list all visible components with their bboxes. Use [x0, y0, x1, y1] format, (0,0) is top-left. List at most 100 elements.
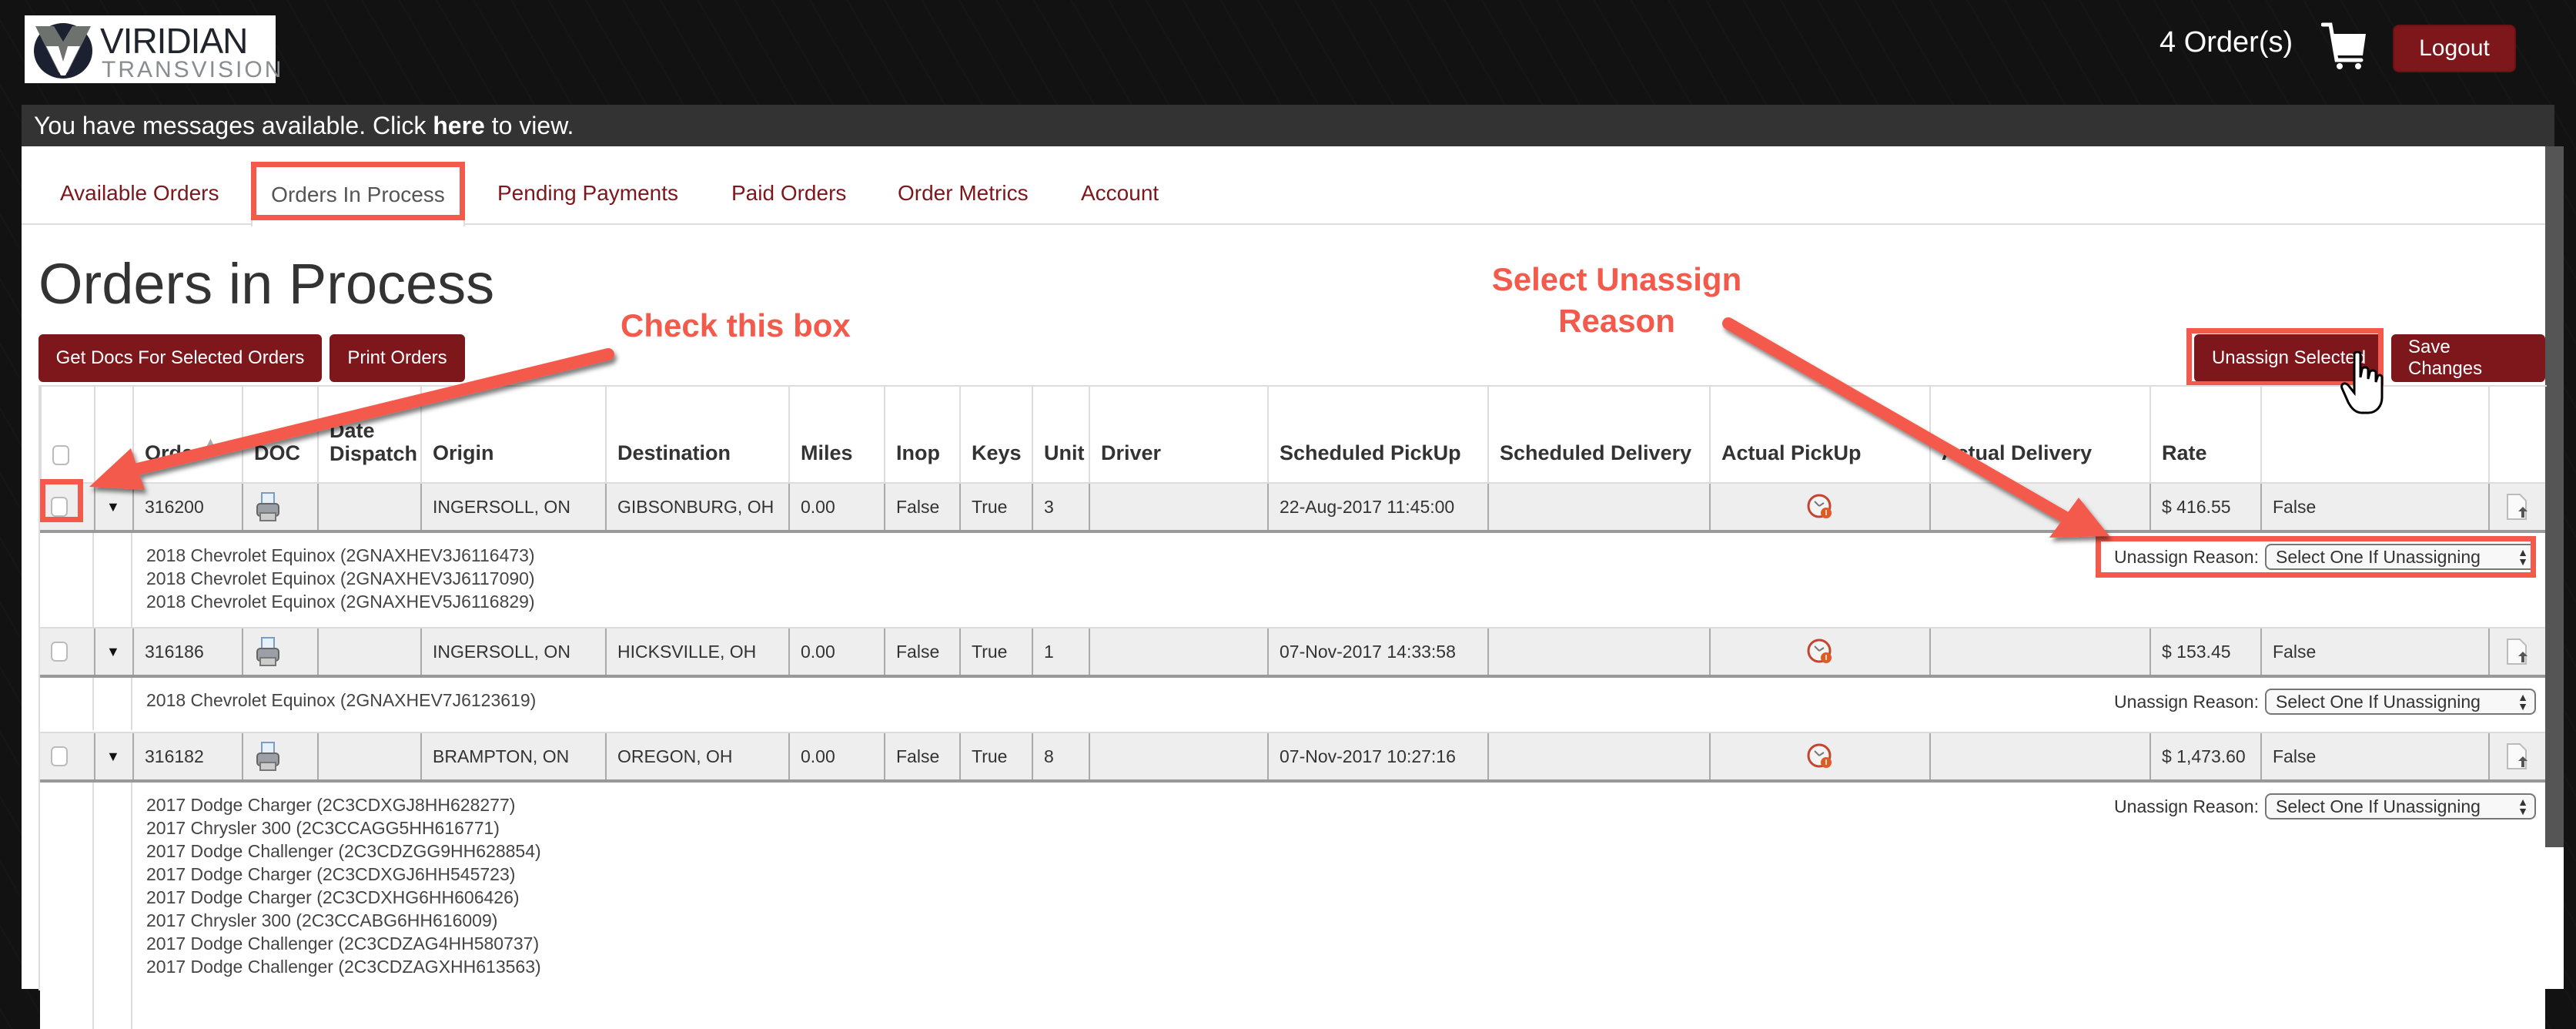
tab-orders-in-process[interactable]: Orders In Process: [251, 163, 465, 226]
column-header-label: Driver: [1101, 441, 1162, 464]
collapse-toggle-icon[interactable]: ▼: [106, 644, 120, 660]
row-select-cell: [40, 484, 94, 530]
vehicle-item: 2018 Chevrolet Equinox (2GNAXHEV3J611647…: [146, 545, 535, 565]
tab-order-metrics[interactable]: Order Metrics: [876, 163, 1050, 223]
flag-cell: False: [2260, 484, 2488, 530]
unassign-reason-value: Select One If Unassigning: [2276, 546, 2481, 567]
actual-delivery-cell: [1929, 628, 2149, 675]
column-header-unit: Unit: [1032, 385, 1089, 482]
unassign-reason-select[interactable]: Select One If Unassigning ▲ ▼: [2265, 544, 2536, 570]
column-header-label: Inop: [896, 441, 940, 464]
vehicle-list: 2018 Chevrolet Equinox (2GNAXHEV7J612361…: [146, 689, 536, 712]
order-row: ▼ 316186 INGERSOLL, ON HICKSVILLE, OH 0.00 Fa…: [40, 627, 2545, 678]
column-header-order[interactable]: Order ▲: [132, 385, 242, 482]
column-header-label: Order: [145, 441, 202, 464]
annotation-check-box: Check this box: [621, 307, 851, 344]
column-header-driver: Driver: [1089, 385, 1267, 482]
column-header-label: Keys: [972, 441, 1022, 464]
column-header-select-all: [40, 385, 94, 482]
order-detail-row: 2018 Chevrolet Equinox (2GNAXHEV3J611647…: [40, 533, 2545, 628]
column-header-actual-delivery: Actual Delivery: [1929, 385, 2149, 482]
select-all-checkbox[interactable]: [52, 445, 69, 465]
detail-divider: [131, 533, 132, 628]
origin-cell: INGERSOLL, ON: [420, 628, 605, 675]
vehicle-item: 2017 Chrysler 300 (2C3CCAGG5HH616771): [146, 818, 500, 838]
upload-document-icon[interactable]: [2506, 493, 2529, 521]
upload-cell: [2488, 628, 2545, 675]
actual-pickup-cell: [1709, 484, 1929, 530]
get-docs-button[interactable]: Get Docs For Selected Orders: [38, 334, 322, 382]
column-header-keys: Keys: [959, 385, 1032, 482]
date-dispatch-cell: [317, 628, 420, 675]
rate-cell: $ 1,473.60: [2149, 733, 2260, 779]
unassign-reason-select[interactable]: Select One If Unassigning ▲ ▼: [2265, 689, 2536, 715]
select-arrows-icon: ▲ ▼: [2517, 796, 2528, 817]
column-header-label: Rate: [2162, 441, 2207, 464]
save-changes-button[interactable]: Save Changes: [2391, 334, 2545, 382]
order-cell: 316200: [132, 484, 242, 530]
column-header-miles: Miles: [788, 385, 884, 482]
pickup-clock-icon[interactable]: [1807, 494, 1833, 520]
collapse-toggle-icon[interactable]: ▼: [106, 749, 120, 765]
sort-ascending-icon[interactable]: ▲: [205, 436, 217, 450]
vertical-scrollbar[interactable]: [2545, 146, 2564, 847]
vehicle-item: 2017 Dodge Charger (2C3CDXGJ6HH545723): [146, 864, 516, 884]
column-header-label: Scheduled Delivery: [1500, 441, 1692, 464]
logo-text-transvision: TRANSVISION: [102, 57, 284, 82]
pickup-clock-icon[interactable]: [1807, 743, 1833, 769]
row-select-checkbox[interactable]: [51, 746, 68, 766]
vehicle-list: 2018 Chevrolet Equinox (2GNAXHEV3J611647…: [146, 544, 535, 613]
tab-account[interactable]: Account: [1059, 163, 1180, 223]
print-document-icon[interactable]: [254, 741, 282, 772]
upload-document-icon[interactable]: [2506, 742, 2529, 770]
column-header-rate: Rate: [2149, 385, 2260, 482]
column-header-upload: [2488, 385, 2545, 482]
driver-cell: [1089, 628, 1267, 675]
pickup-clock-icon[interactable]: [1807, 639, 1833, 665]
doc-cell: [242, 484, 317, 530]
units-cell: 8: [1032, 733, 1089, 779]
keys-cell: True: [959, 628, 1032, 675]
upload-cell: [2488, 733, 2545, 779]
order-detail-row: 2018 Chevrolet Equinox (2GNAXHEV7J612361…: [40, 678, 2545, 730]
unassign-reason-value: Select One If Unassigning: [2276, 691, 2481, 712]
messages-text-suffix: to view.: [484, 112, 574, 139]
units-cell: 3: [1032, 484, 1089, 530]
flag-cell: False: [2260, 628, 2488, 675]
messages-banner: You have messages available. Click here …: [22, 105, 2554, 146]
select-arrows-icon: ▲ ▼: [2517, 546, 2528, 568]
print-document-icon[interactable]: [254, 491, 282, 522]
tab-paid-orders[interactable]: Paid Orders: [710, 163, 868, 223]
upload-document-icon[interactable]: [2506, 638, 2529, 665]
vehicle-item: 2018 Chevrolet Equinox (2GNAXHEV3J611709…: [146, 568, 535, 588]
scrollbar-track-end: [2545, 847, 2564, 989]
column-header-inop: Inop: [884, 385, 959, 482]
order-row: ▼ 316200 INGERSOLL, ON GIBSONBURG, OH 0.00 Fa…: [40, 482, 2545, 533]
order-cell: 316182: [132, 733, 242, 779]
column-header-scheduled-delivery: Scheduled Delivery: [1487, 385, 1709, 482]
print-orders-button[interactable]: Print Orders: [330, 334, 465, 382]
vehicle-item: 2017 Chrysler 300 (2C3CCABG6HH616009): [146, 910, 498, 930]
logout-button[interactable]: Logout: [2393, 25, 2516, 72]
logo-mark-icon: [34, 23, 92, 79]
collapse-toggle-icon[interactable]: ▼: [106, 499, 120, 515]
unassign-reason-label: Unassign Reason:: [2114, 796, 2259, 816]
row-select-checkbox[interactable]: [51, 642, 68, 662]
messages-here-link[interactable]: here: [433, 112, 485, 139]
tab-available-orders[interactable]: Available Orders: [38, 163, 240, 223]
keys-cell: True: [959, 733, 1032, 779]
shopping-cart-icon[interactable]: [2320, 22, 2369, 75]
scheduled-delivery-cell: [1487, 628, 1709, 675]
unassign-reason-select[interactable]: Select One If Unassigning ▲ ▼: [2265, 793, 2536, 820]
print-document-icon[interactable]: [254, 636, 282, 667]
row-select-cell: [40, 733, 94, 779]
scheduled-pickup-cell: 07-Nov-2017 14:33:58: [1267, 628, 1487, 675]
row-select-checkbox[interactable]: [51, 497, 68, 517]
orders-count[interactable]: 4 Order(s): [2159, 26, 2293, 59]
scheduled-pickup-cell: 22-Aug-2017 11:45:00: [1267, 484, 1487, 530]
column-header-scheduled-pickup: Scheduled PickUp: [1267, 385, 1487, 482]
column-header-label: Destination: [617, 441, 731, 464]
detail-divider: [92, 783, 94, 1029]
tab-pending-payments[interactable]: Pending Payments: [476, 163, 700, 223]
viridian-logo[interactable]: VIRIDIAN TRANSVISION: [25, 15, 281, 83]
